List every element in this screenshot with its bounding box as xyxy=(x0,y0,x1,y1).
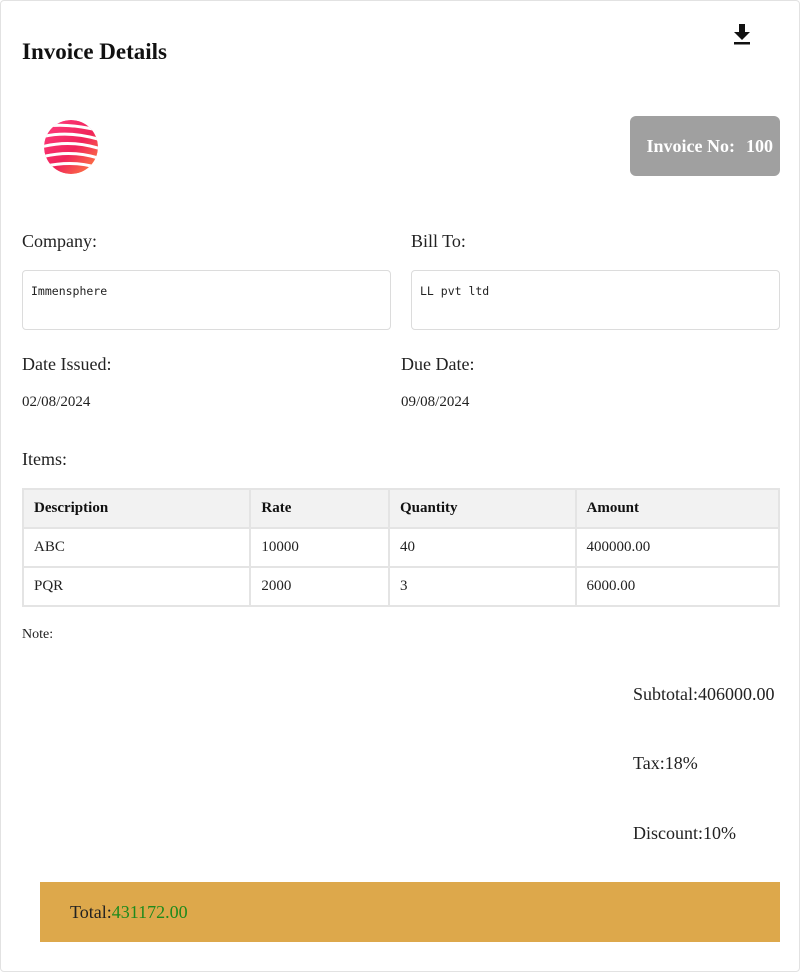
subtotal-value: 406000.00 xyxy=(698,684,775,704)
invoice-number-value: 100 xyxy=(746,135,773,156)
striped-sphere-logo-icon xyxy=(44,120,98,174)
total-label: Total: xyxy=(70,901,112,922)
subtotal: Subtotal:406000.00 xyxy=(633,684,775,705)
subtotal-label: Subtotal: xyxy=(633,684,699,704)
items-label: Items: xyxy=(22,449,67,469)
invoice-card: Invoice Details Invoice No: 100 Company:… xyxy=(0,0,800,972)
invoice-number-badge: Invoice No: 100 xyxy=(630,116,780,176)
cell-amount: 6000.00 xyxy=(574,566,781,607)
table-row: PQR 2000 3 6000.00 xyxy=(21,566,781,607)
column-header-rate: Rate xyxy=(249,488,391,529)
discount-value: 10% xyxy=(703,823,736,843)
column-header-quantity: Quantity xyxy=(388,488,577,529)
cell-description: PQR xyxy=(21,566,252,607)
table-row: ABC 10000 40 400000.00 xyxy=(21,527,781,568)
invoice-number-label: Invoice No: xyxy=(646,135,736,156)
bill-to-field[interactable]: LL pvt ltd xyxy=(411,270,780,330)
total-bar: Total: 431172.00 xyxy=(40,882,780,942)
due-date-label: Due Date: xyxy=(401,354,475,374)
cell-quantity: 40 xyxy=(388,527,577,568)
cell-amount: 400000.00 xyxy=(574,527,781,568)
discount-label: Discount: xyxy=(633,823,703,843)
due-date-value: 09/08/2024 xyxy=(401,394,470,410)
cell-rate: 2000 xyxy=(249,566,391,607)
cell-quantity: 3 xyxy=(388,566,577,607)
note-label: Note: xyxy=(22,627,54,642)
cell-description: ABC xyxy=(21,527,252,568)
column-header-amount: Amount xyxy=(574,488,781,529)
cell-rate: 10000 xyxy=(249,527,391,568)
items-table: Description Rate Quantity Amount ABC 100… xyxy=(21,488,781,607)
download-button[interactable] xyxy=(729,21,755,47)
column-header-description: Description xyxy=(21,488,252,529)
page-title: Invoice Details xyxy=(22,39,168,64)
company-label: Company: xyxy=(22,231,97,251)
bill-to-label: Bill To: xyxy=(411,231,466,251)
discount: Discount:10% xyxy=(633,823,736,844)
date-issued-value: 02/08/2024 xyxy=(22,394,91,410)
total-value: 431172.00 xyxy=(111,901,188,922)
tax-value: 18% xyxy=(664,753,698,773)
company-logo xyxy=(41,118,101,176)
download-icon xyxy=(734,24,750,45)
date-issued-label: Date Issued: xyxy=(22,354,112,374)
company-field[interactable]: Immensphere xyxy=(22,270,391,330)
tax: Tax:18% xyxy=(633,753,698,774)
tax-label: Tax: xyxy=(633,753,665,773)
table-header-row: Description Rate Quantity Amount xyxy=(21,488,781,529)
